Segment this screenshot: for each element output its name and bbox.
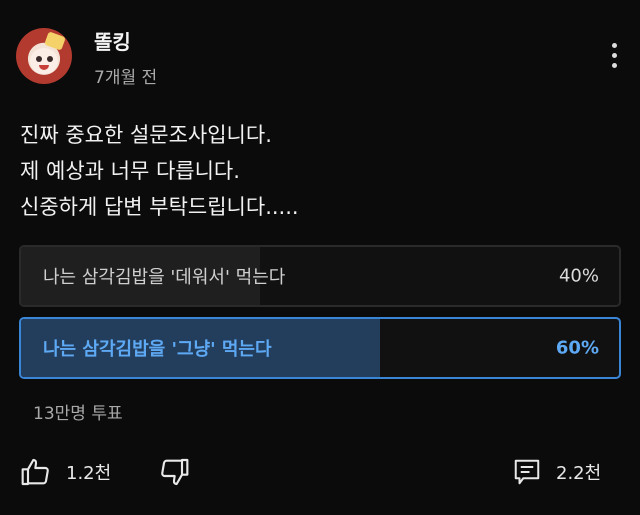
- author-avatar[interactable]: [16, 28, 72, 84]
- more-vert-icon[interactable]: [604, 40, 624, 70]
- comments-button[interactable]: 2.2천: [512, 454, 601, 490]
- poll-option-1[interactable]: 나는 삼각김밥을 '데워서' 먹는다 40%: [19, 245, 621, 307]
- vote-count: 13만명 투표: [33, 404, 123, 424]
- like-count: 1.2천: [66, 463, 112, 484]
- thumb-up-icon: [21, 458, 49, 486]
- comment-count: 2.2천: [556, 463, 602, 484]
- dislike-button[interactable]: [158, 454, 190, 490]
- thumb-down-icon: [161, 458, 189, 486]
- post-line: 제 예상과 너무 다릅니다.: [20, 159, 240, 183]
- comment-icon: [514, 459, 540, 485]
- post-line: 신중하게 답변 부탁드립니다.....: [20, 195, 299, 219]
- poll-option-percent: 60%: [555, 337, 599, 359]
- post-text: 진짜 중요한 설문조사입니다. 제 예상과 너무 다릅니다. 신중하게 답변 부…: [20, 117, 299, 225]
- avatar-eye: [47, 56, 53, 62]
- avatar-eye: [36, 56, 42, 62]
- author-name[interactable]: 똘킹: [94, 26, 131, 55]
- poll-option-label: 나는 삼각김밥을 '그냥' 먹는다: [43, 339, 272, 360]
- poll-option-2[interactable]: 나는 삼각김밥을 '그냥' 먹는다 60%: [19, 317, 621, 379]
- poll-option-percent: 40%: [558, 265, 599, 287]
- avatar-face: [30, 48, 58, 74]
- post-time: 7개월 전: [94, 68, 158, 88]
- poll-option-label: 나는 삼각김밥을 '데워서' 먹는다: [43, 267, 286, 288]
- post-line: 진짜 중요한 설문조사입니다.: [20, 123, 272, 147]
- like-button[interactable]: 1.2천: [20, 454, 111, 490]
